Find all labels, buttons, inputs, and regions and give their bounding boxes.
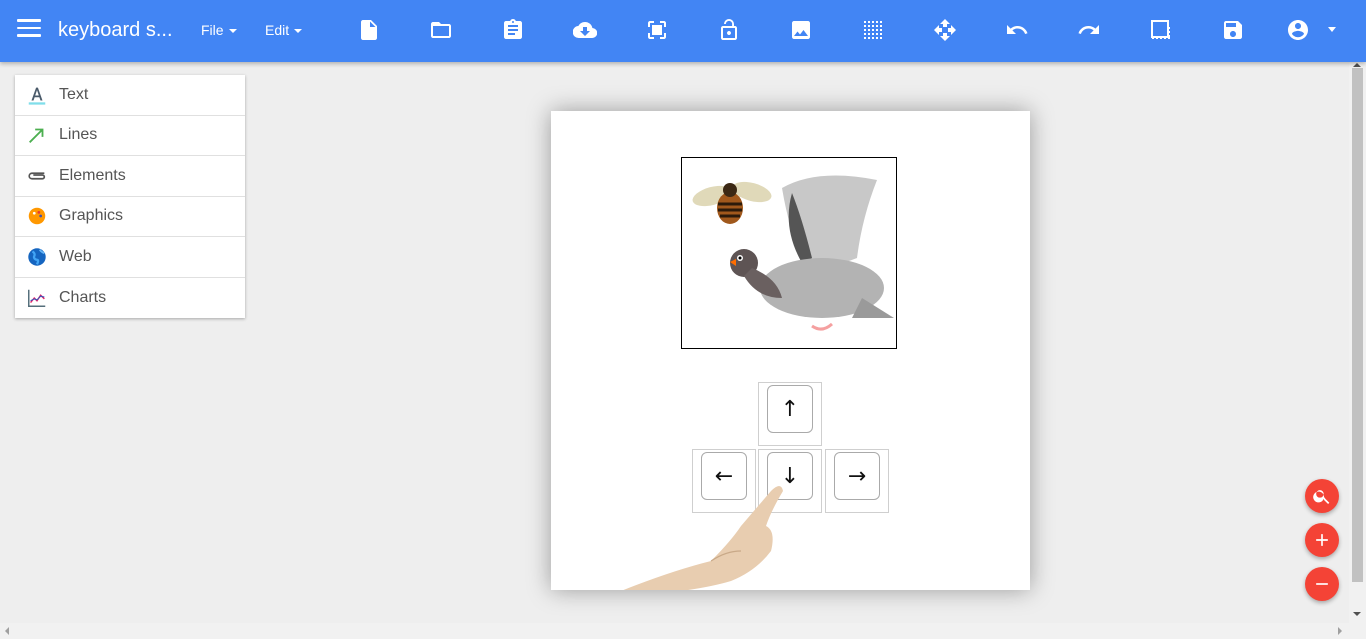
arrow-right-key[interactable]: → (825, 449, 889, 513)
sidebar-item-label: Charts (59, 288, 107, 306)
sidebar-item-charts[interactable]: Charts (15, 278, 245, 319)
scroll-right-icon[interactable] (1338, 627, 1342, 635)
horizontal-scrollbar[interactable] (0, 623, 1366, 639)
drawing-canvas[interactable]: ↑ ← ↓ → (551, 111, 1030, 590)
document-title[interactable]: keyboard s... (58, 19, 173, 42)
grid-icon[interactable] (857, 14, 889, 46)
sidebar-item-lines[interactable]: Lines (15, 116, 245, 156)
minus-icon (1316, 583, 1328, 585)
file-menu-button[interactable]: File (201, 22, 237, 38)
lock-open-icon[interactable] (713, 14, 745, 46)
bee-graphic (692, 181, 772, 224)
globe-icon (15, 246, 59, 268)
menu-icon[interactable] (17, 19, 41, 39)
edit-menu-label: Edit (265, 22, 290, 38)
sidebar-item-label: Lines (59, 126, 98, 144)
bee-pigeon-image[interactable] (681, 157, 897, 349)
redo-icon[interactable] (1073, 14, 1105, 46)
scrollbar-thumb[interactable] (1352, 68, 1363, 582)
palette-icon (15, 205, 59, 227)
text-icon (15, 84, 59, 106)
scroll-down-icon[interactable] (1353, 612, 1361, 616)
chevron-down-icon (294, 29, 303, 34)
clipboard-icon[interactable] (497, 14, 529, 46)
move-icon[interactable] (929, 14, 961, 46)
edit-menu-button[interactable]: Edit (265, 22, 303, 38)
arrow-right-key-label: → (834, 452, 880, 500)
chevron-down-icon (228, 29, 237, 34)
search-icon (1313, 490, 1330, 504)
file-menu-label: File (201, 22, 224, 38)
zoom-in-button[interactable] (1305, 523, 1339, 557)
sidebar-item-label: Text (59, 85, 89, 103)
sidebar-item-label: Graphics (59, 207, 124, 225)
fullscreen-icon[interactable] (641, 14, 673, 46)
vertical-scrollbar[interactable] (1349, 62, 1366, 623)
scroll-left-icon[interactable] (5, 627, 9, 635)
bee-pigeon-illustration (692, 175, 894, 331)
sidebar-item-graphics[interactable]: Graphics (15, 197, 245, 237)
element-palette: Text Lines Elements Graphics Web Charts (15, 75, 245, 318)
sidebar-item-label: Elements (59, 166, 126, 184)
image-icon[interactable] (785, 14, 817, 46)
plus-icon (1316, 534, 1328, 546)
folder-open-icon[interactable] (425, 14, 457, 46)
arrow-up-key-label: ↑ (767, 385, 813, 433)
line-chart-icon (15, 287, 59, 309)
sidebar-item-elements[interactable]: Elements (15, 156, 245, 197)
sidebar-item-text[interactable]: Text (15, 75, 245, 116)
pointing-hand-image[interactable] (611, 471, 811, 590)
save-icon[interactable] (1217, 14, 1249, 46)
undo-icon[interactable] (1001, 14, 1033, 46)
sidebar-item-web[interactable]: Web (15, 237, 245, 278)
scroll-up-icon[interactable] (1353, 63, 1361, 67)
sidebar-item-label: Web (59, 247, 92, 265)
zoom-search-button[interactable] (1305, 479, 1339, 513)
paperclip-icon (15, 165, 59, 187)
top-app-bar: keyboard s... File Edit (0, 0, 1366, 62)
arrow-up-key[interactable]: ↑ (758, 382, 822, 446)
arrow-line-icon (15, 124, 59, 146)
zoom-out-button[interactable] (1305, 567, 1339, 601)
chevron-down-icon[interactable] (1328, 27, 1336, 32)
crop-icon[interactable] (1145, 14, 1177, 46)
new-document-icon[interactable] (353, 14, 385, 46)
account-icon[interactable] (1282, 14, 1314, 46)
cloud-download-icon[interactable] (569, 14, 601, 46)
